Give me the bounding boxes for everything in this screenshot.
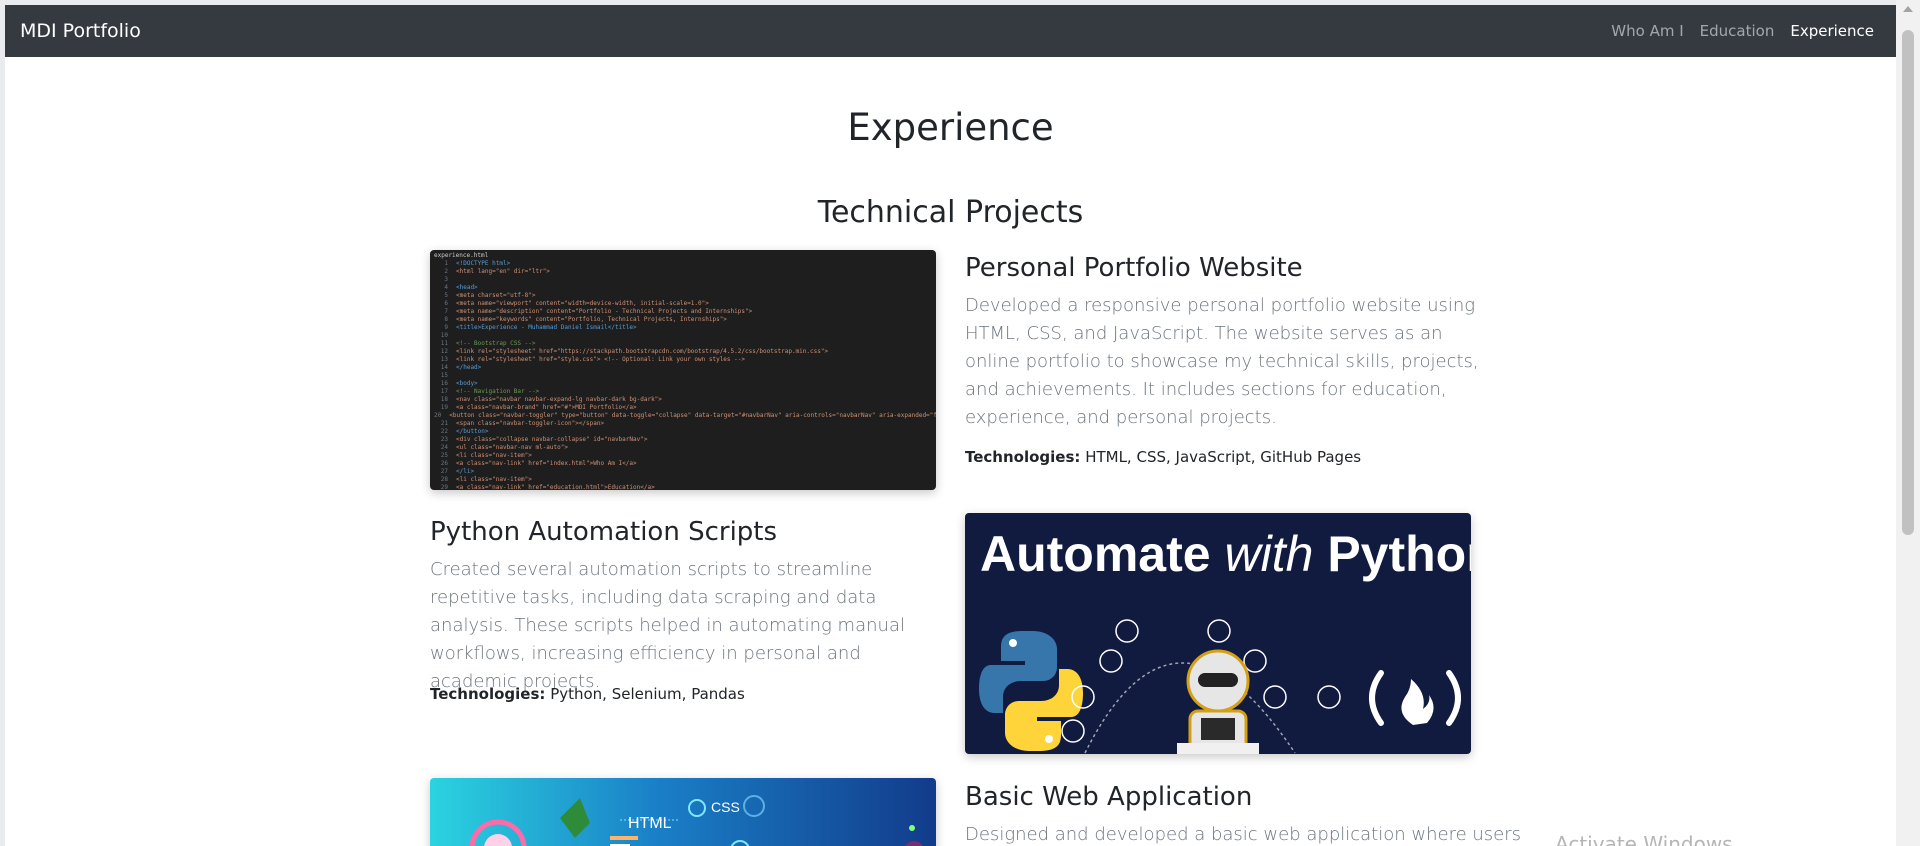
python-logo-icon xyxy=(979,631,1083,751)
project-description: Designed and developed a basic web appli… xyxy=(965,824,1522,845)
technologies-list: Python, Selenium, Pandas xyxy=(550,685,745,703)
wifi-icon xyxy=(1263,685,1287,709)
technologies-label: Technologies: xyxy=(965,448,1081,466)
project-description: Created several automation scripts to st… xyxy=(430,559,905,692)
css-circle-icon xyxy=(688,799,706,817)
nav-link-who-am-i[interactable]: Who Am I xyxy=(1611,22,1683,40)
gear-icon xyxy=(1115,619,1139,643)
fire-icon xyxy=(1369,670,1461,726)
code-line: 13 <link rel="stylesheet" href="style.cs… xyxy=(440,356,745,363)
nav-link-experience[interactable]: Experience xyxy=(1790,22,1874,40)
project-title: Basic Web Application xyxy=(965,782,1253,812)
code-line: 23 <div class="collapse navbar-collapse"… xyxy=(440,436,648,443)
scroll-thumb[interactable] xyxy=(1902,30,1914,535)
code-line: 6 <meta name="viewport" content="width=d… xyxy=(444,300,709,307)
chat-icon xyxy=(1061,719,1085,743)
ring-core-icon xyxy=(484,834,512,846)
code-line: 25 <li class="nav-item"> xyxy=(440,452,532,459)
automate-python-image: Automate with Python xyxy=(965,513,1471,754)
technologies-list: HTML, CSS, JavaScript, GitHub Pages xyxy=(1085,448,1362,466)
technologies-label: Technologies: xyxy=(430,685,546,703)
scroll-up-arrow-icon[interactable] xyxy=(1903,6,1913,12)
web-app-image: HTML CSS JS xyxy=(430,778,936,846)
code-line: 12 <link rel="stylesheet" href="https://… xyxy=(440,348,829,355)
vertical-scrollbar[interactable] xyxy=(1896,0,1920,846)
portfolio-code-screenshot: experience.html 1 <!DOCTYPE html> 2 <html la… xyxy=(430,250,936,490)
code-line: 17 <!-- Navigation Bar --> xyxy=(440,388,540,395)
css-label: CSS xyxy=(711,799,740,815)
project-technologies: Technologies: HTML, CSS, JavaScript, Git… xyxy=(965,448,1361,466)
code-line: 11 <!-- Bootstrap CSS --> xyxy=(440,340,536,347)
code-line: 4 <head> xyxy=(444,284,478,291)
code-line: 27 </li> xyxy=(440,468,475,475)
location-icon xyxy=(1099,649,1123,673)
plant-icon xyxy=(560,798,590,838)
code-line: 15 xyxy=(440,372,448,379)
code-line: 14 </head> xyxy=(440,364,482,371)
code-line: 28 <li class="nav-item"> xyxy=(440,476,532,483)
windows-watermark: Activate Windows xyxy=(1555,832,1733,846)
js-circle-icon xyxy=(730,840,750,846)
code-line: 2 <html lang="en" dir="ltr"> xyxy=(444,268,550,275)
robot-icon xyxy=(1177,649,1259,754)
code-line: 26 <a class="nav-link" href="index.html"… xyxy=(440,460,637,467)
nav-link-education[interactable]: Education xyxy=(1700,22,1775,40)
code-line: 20 <button class="navbar-toggler" type="… xyxy=(434,412,936,419)
section-title: Technical Projects xyxy=(817,195,1084,230)
project-technologies: Technologies: Python, Selenium, Pandas xyxy=(430,685,745,703)
code-line: 1 <!DOCTYPE html> xyxy=(444,260,511,267)
automation-illustration xyxy=(979,619,1461,754)
browser-window: MDI Portfolio Who Am I Education Experie… xyxy=(0,0,1920,846)
code-line: 18 <nav class="navbar navbar-expand-lg n… xyxy=(440,396,662,403)
code-line: 21 <span class="navbar-toggler-icon"></s… xyxy=(440,420,605,427)
code-line: 8 <meta name="keywords" content="Portfol… xyxy=(444,316,727,323)
code-line: 3 xyxy=(444,276,448,283)
code-line: 24 <ul class="navbar-nav ml-auto"> xyxy=(440,444,568,451)
html-label: HTML xyxy=(628,815,672,832)
project-title: Python Automation Scripts xyxy=(430,517,778,547)
page-viewport: MDI Portfolio Who Am I Education Experie… xyxy=(5,5,1896,846)
code-line: 9 <title>Experience - Muhammad Daniel Is… xyxy=(444,324,637,331)
code-lines: experience.html 1 <!DOCTYPE html> 2 <html la… xyxy=(434,252,936,490)
code-bar-icon xyxy=(610,836,638,840)
code-line: 22 </button> xyxy=(440,428,489,435)
code-line: 7 <meta name="description" content="Port… xyxy=(444,308,753,315)
globe-icon xyxy=(1243,649,1267,673)
code-line: 10 xyxy=(440,332,448,339)
deco-dot-icon xyxy=(905,841,923,846)
code-tab-label: experience.html xyxy=(434,252,489,259)
nav-links: Who Am I Education Experience xyxy=(1611,22,1874,40)
code-line: 29 <a class="nav-link" href="education.h… xyxy=(440,484,655,490)
code-line: 5 <meta charset="utf-8"> xyxy=(444,292,536,299)
deco-circle-icon xyxy=(743,795,765,817)
page-title: Experience xyxy=(847,106,1054,149)
project-title: Personal Portfolio Website xyxy=(965,253,1303,283)
navbar: MDI Portfolio Who Am I Education Experie… xyxy=(5,5,1896,57)
project-description: Developed a responsive personal portfoli… xyxy=(965,295,1479,428)
code-line: 19 <a class="navbar-brand" href="#">MDI … xyxy=(440,404,637,411)
web-tech-illustration: HTML CSS JS xyxy=(469,795,923,846)
phone-icon xyxy=(1317,685,1341,709)
dot-icon xyxy=(909,825,915,831)
code-line: 16 <body> xyxy=(440,380,478,387)
cloud-icon xyxy=(1207,619,1231,643)
navbar-brand[interactable]: MDI Portfolio xyxy=(20,20,141,42)
